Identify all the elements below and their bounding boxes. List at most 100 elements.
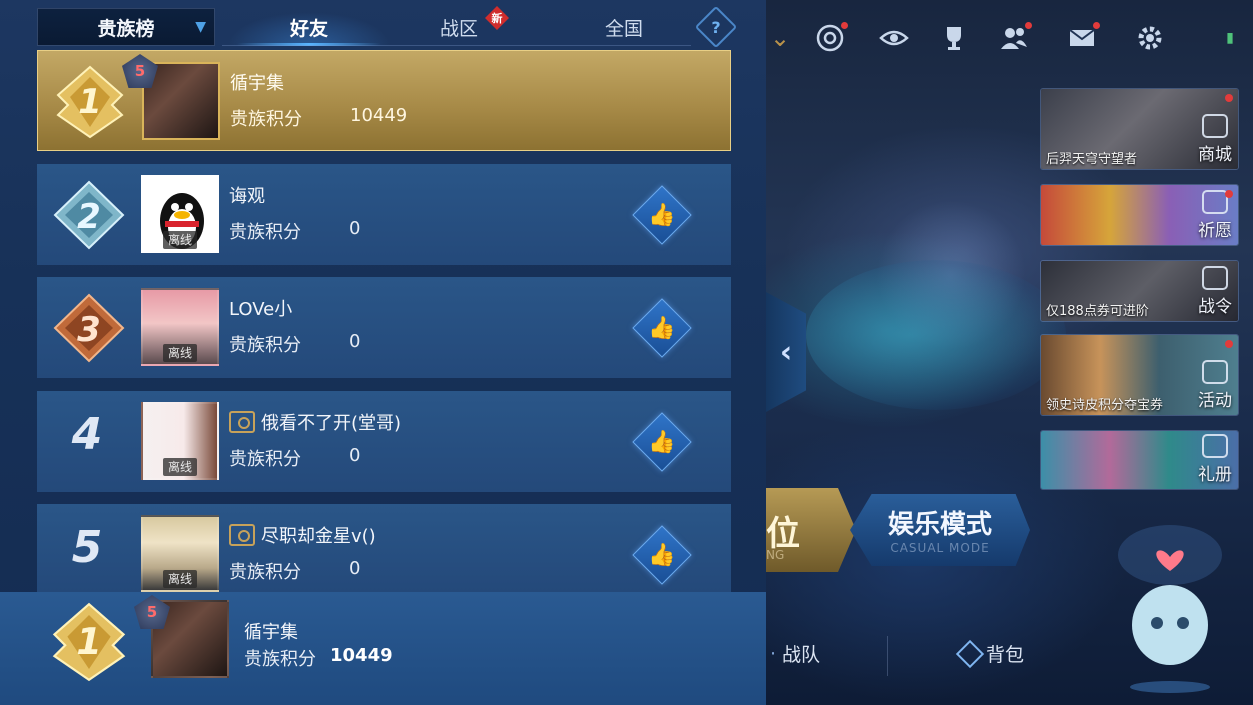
team-label: 战队	[782, 644, 821, 666]
offline-tag: 离线	[163, 458, 197, 476]
dropdown-label: 贵族榜	[97, 17, 155, 40]
promo-event[interactable]: 领史诗皮积分夺宝券 活动	[1040, 334, 1239, 416]
like-button[interactable]: 👍	[632, 298, 692, 358]
friends-icon[interactable]	[994, 18, 1034, 58]
promo-battlepass[interactable]: 仅188点券可进阶 战令	[1040, 260, 1239, 322]
score-value: 0	[349, 218, 361, 239]
chevron-left-icon: ‹	[779, 334, 793, 370]
bag-label: 背包	[986, 644, 1025, 666]
leaderboard-row[interactable]: 4 离线 俄看不了开(堂哥) 贵族积分 0 👍	[37, 391, 731, 492]
rank-number: 2	[77, 197, 101, 237]
ranked-mode-button[interactable]: 位 NG	[766, 488, 856, 572]
silver-rank-badge-icon: 2	[53, 180, 125, 250]
tab-region-label: 战区	[439, 17, 478, 40]
promo-side-label: 商城	[1198, 114, 1232, 165]
score-value: 0	[349, 331, 361, 352]
tab-region[interactable]: 战区 新	[427, 6, 509, 46]
tab-friends-label: 好友	[289, 17, 328, 40]
rank-number: 5	[71, 522, 103, 573]
rank-number: 3	[77, 310, 101, 350]
rank-number: 1	[76, 620, 102, 663]
tab-nationwide[interactable]: 全国	[592, 8, 656, 46]
chevron-down-icon: ▼	[195, 19, 206, 35]
leaderboard-tabs: 贵族榜 ▼ 好友 战区 新 全国 ?	[37, 5, 738, 49]
player-name: 循宇集	[230, 73, 284, 94]
gear-icon[interactable]	[1130, 18, 1170, 58]
promo-caption: 后羿天穹守望者	[1046, 152, 1138, 167]
team-icon: ·	[770, 642, 777, 665]
help-button[interactable]: ?	[694, 5, 738, 49]
promo-caption: 领史诗皮积分夺宝券	[1046, 398, 1164, 413]
leaderboard-row[interactable]: 5 离线 尽职却金星v() 贵族积分 0 👍	[37, 504, 731, 592]
score-value: 0	[349, 558, 361, 579]
like-button[interactable]: 👍	[632, 185, 692, 245]
score-label: 贵族积分	[244, 649, 316, 670]
help-icon: ?	[711, 17, 721, 37]
player-name: LOVe小	[229, 299, 293, 320]
title-badge-icon	[229, 524, 255, 546]
score-value: 10449	[350, 105, 408, 126]
mail-icon[interactable]	[1062, 18, 1102, 58]
partial-icon[interactable]: ⌄	[760, 18, 800, 58]
target-icon[interactable]	[810, 18, 850, 58]
event-icon	[1202, 360, 1228, 384]
trophy-icon[interactable]	[934, 18, 974, 58]
promo-gift[interactable]: 礼册	[1040, 430, 1239, 490]
level-badge: 5	[122, 54, 158, 88]
player-name-wrap: 俄看不了开(堂哥)	[229, 409, 401, 435]
avatar[interactable]: 离线	[141, 288, 219, 366]
team-button[interactable]: · 战队	[770, 640, 820, 667]
bag-icon	[955, 639, 985, 668]
offline-tag: 离线	[163, 344, 197, 362]
thumbs-up-icon: 👍	[648, 429, 676, 455]
battlepass-icon	[1202, 266, 1228, 290]
mascot-character[interactable]	[1115, 515, 1225, 695]
player-name: 俄看不了开(堂哥)	[261, 413, 402, 434]
player-name: 诲观	[229, 186, 265, 207]
tab-friends[interactable]: 好友	[227, 8, 391, 46]
player-name: 尽职却金星v()	[261, 526, 376, 547]
promo-side-label: 活动	[1198, 360, 1232, 411]
casual-mode-label: 娱乐模式	[887, 510, 992, 540]
thumbs-up-icon: 👍	[648, 202, 676, 228]
rank-number: 4	[71, 409, 103, 460]
promo-side-label: 战令	[1198, 266, 1232, 317]
player-name: 循宇集	[244, 622, 298, 643]
score-label: 贵族积分	[229, 335, 301, 356]
leaderboard-type-dropdown[interactable]: 贵族榜 ▼	[37, 8, 215, 46]
eye-icon[interactable]	[874, 18, 914, 58]
score-label: 贵族积分	[229, 449, 301, 470]
bag-button[interactable]: 背包	[955, 639, 1025, 668]
gold-rank-badge-icon: 1	[56, 65, 124, 139]
score-label: 贵族积分	[229, 562, 301, 583]
mode-buttons: 位 NG 娱乐模式 CASUAL MODE	[766, 488, 1036, 572]
casual-mode-button[interactable]: 娱乐模式 CASUAL MODE	[850, 494, 1030, 566]
score-label: 贵族积分	[230, 109, 302, 130]
promo-shop[interactable]: 后羿天穹守望者 商城	[1040, 88, 1239, 170]
title-badge-icon	[229, 411, 255, 433]
leaderboard-row[interactable]: 3 离线 LOVe小 贵族积分 0 👍	[37, 277, 731, 378]
score-label: 贵族积分	[229, 222, 301, 243]
leaderboard-row[interactable]: 2 离线 诲观 贵族积分 0 👍	[37, 164, 731, 265]
like-button[interactable]: 👍	[632, 525, 692, 585]
promo-wish[interactable]: 祈愿	[1040, 184, 1239, 246]
avatar[interactable]: 离线	[141, 175, 219, 253]
ranked-mode-sublabel: NG	[766, 548, 785, 562]
casual-mode-sublabel: CASUAL MODE	[890, 541, 990, 555]
player-name-wrap: 尽职却金星v()	[229, 522, 376, 548]
gold-rank-badge-icon: 1	[52, 602, 126, 682]
leaderboard-row[interactable]: 1 5 循宇集 贵族积分 10449	[37, 50, 731, 151]
gift-icon	[1202, 434, 1228, 458]
promo-caption: 仅188点券可进阶	[1046, 304, 1149, 319]
offline-tag: 离线	[163, 570, 197, 588]
offline-tag: 离线	[163, 231, 197, 249]
thumbs-up-icon: 👍	[648, 315, 676, 341]
tab-nationwide-label: 全国	[604, 17, 643, 40]
leaderboard-panel: 贵族榜 ▼ 好友 战区 新 全国 ? 1 5 循宇集 贵族积分 10449 2 …	[0, 0, 766, 705]
avatar[interactable]: 离线	[141, 402, 219, 480]
like-button[interactable]: 👍	[632, 412, 692, 472]
my-rank-footer: 1 5 循宇集 贵族积分 10449	[0, 592, 766, 705]
top-icon-bar: ⌄ ▮	[770, 18, 1250, 62]
thumbs-up-icon: 👍	[648, 542, 676, 568]
avatar[interactable]: 离线	[141, 515, 219, 592]
